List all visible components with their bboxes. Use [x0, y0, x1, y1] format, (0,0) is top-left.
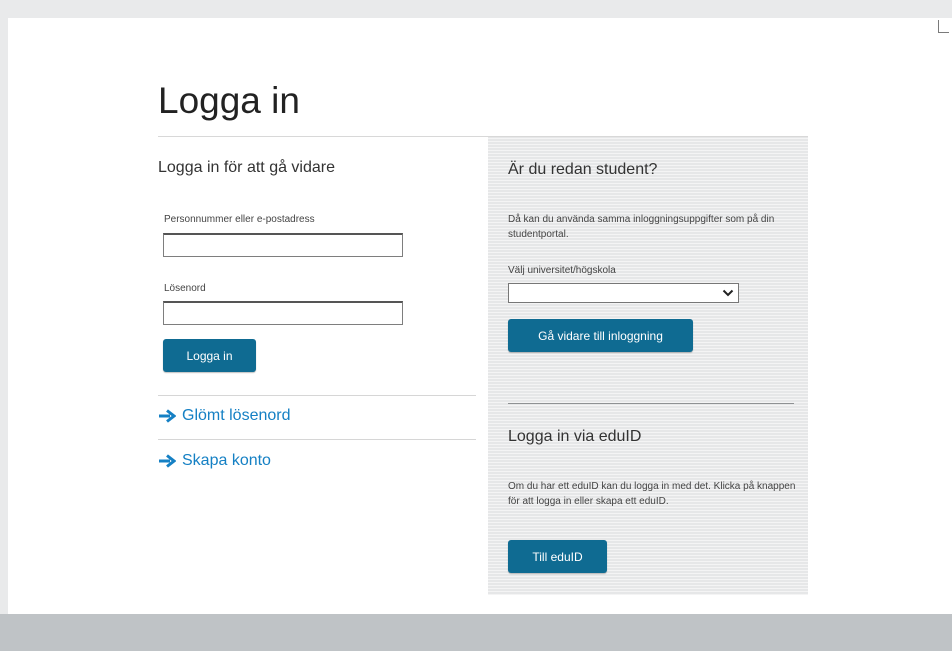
create-account-link[interactable]: Skapa konto	[158, 452, 271, 470]
login-button[interactable]: Logga in	[163, 339, 256, 372]
chevron-down-icon	[722, 289, 734, 297]
window-corner-icon	[938, 20, 949, 33]
page-title: Logga in	[158, 80, 300, 121]
forgot-password-link[interactable]: Glömt lösenord	[158, 407, 291, 425]
eduid-button[interactable]: Till eduID	[508, 540, 607, 573]
password-input[interactable]	[163, 301, 403, 325]
student-heading: Är du redan student?	[508, 161, 658, 178]
university-select[interactable]	[508, 283, 739, 303]
student-text: Då kan du använda samma inloggningsuppgi…	[508, 214, 775, 240]
panel-divider	[508, 403, 794, 404]
eduid-heading: Logga in via eduID	[508, 428, 642, 445]
create-account-label: Skapa konto	[182, 452, 271, 469]
login-page	[8, 18, 952, 614]
username-input[interactable]	[163, 233, 403, 257]
password-label: Lösenord	[164, 283, 206, 294]
student-panel: Är du redan student? Då kan du använda s…	[488, 137, 808, 595]
eduid-text: Om du har ett eduID kan du logga in med …	[508, 481, 796, 507]
forgot-password-label: Glömt lösenord	[182, 407, 291, 424]
continue-to-login-button[interactable]: Gå vidare till inloggning	[508, 319, 693, 352]
link-divider-top	[158, 395, 476, 396]
link-divider-middle	[158, 439, 476, 440]
university-select-label: Välj universitet/högskola	[508, 265, 616, 276]
arrow-right-icon	[159, 454, 176, 468]
login-heading: Logga in för att gå vidare	[158, 159, 336, 176]
arrow-right-icon	[159, 409, 176, 423]
footer-bar	[0, 614, 952, 651]
username-label: Personnummer eller e-postadress	[164, 214, 315, 225]
